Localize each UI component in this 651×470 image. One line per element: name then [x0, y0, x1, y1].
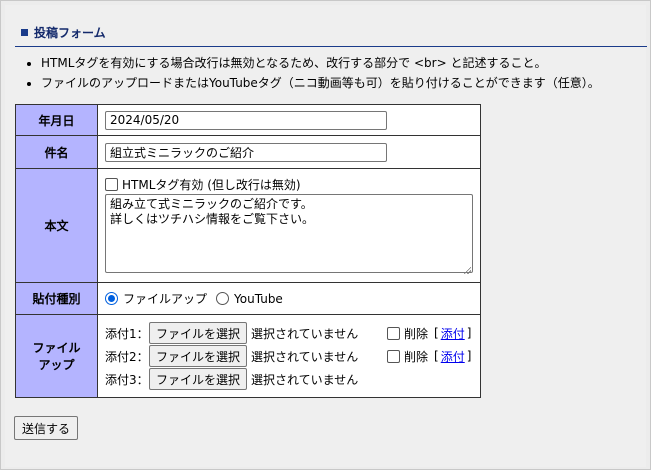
attachment-link-1[interactable]: 添付 — [441, 325, 465, 342]
row-subject: 件名 — [15, 135, 481, 169]
delete-label-2: 削除 — [404, 349, 429, 364]
radio-file-upload[interactable] — [105, 292, 118, 305]
note-item: HTMLタグを有効にする場合改行は無効となるため、改行する部分で <br> と記… — [41, 53, 644, 73]
body-textarea[interactable]: 組み立て式ミニラックのご紹介です。 詳しくはツチハシ情報をご覧下さい。 — [105, 194, 473, 273]
link-open-2: [ — [434, 349, 439, 363]
files-label: ファイル アップ — [15, 314, 98, 398]
submit-button[interactable]: 送信する — [14, 416, 79, 440]
attach-type-label: 貼付種別 — [15, 282, 98, 315]
section-title: 投稿フォーム — [34, 26, 106, 40]
delete-checkbox-1[interactable] — [387, 326, 401, 340]
date-label: 年月日 — [15, 104, 98, 136]
delete-1: 削除 [添付] — [387, 325, 471, 342]
post-form-table: 年月日 件名 本文 HTMLタグ有効 (但し改行は無効) 組み立て式ミニラックの… — [15, 104, 481, 398]
delete-checkbox-2[interactable] — [387, 349, 401, 363]
html-toggle-label: HTMLタグ有効 (但し改行は無効) — [122, 177, 301, 192]
section-header: 投稿フォーム — [15, 19, 647, 47]
date-input[interactable] — [105, 110, 387, 130]
file-label-2: 添付2： — [105, 349, 149, 364]
resize-grip-icon[interactable] — [463, 266, 471, 274]
choose-file-button-2[interactable]: ファイルを選択 — [149, 345, 248, 367]
page: 投稿フォーム HTMLタグを有効にする場合改行は無効となるため、改行する部分で … — [5, 5, 647, 467]
delete-2: 削除 [添付] — [387, 348, 471, 365]
choose-file-button-3[interactable]: ファイルを選択 — [149, 368, 248, 390]
row-files: ファイル アップ 添付1： ファイルを選択 選択されていません 削除 [添付] … — [15, 314, 481, 398]
attach-type-options: ファイルアップ YouTube — [105, 290, 473, 307]
file-row-2: 添付2： ファイルを選択 選択されていません 削除 [添付] — [105, 345, 473, 368]
subject-input[interactable] — [105, 142, 387, 162]
row-date: 年月日 — [15, 104, 481, 136]
radio-youtube-label: YouTube — [234, 291, 283, 306]
files-label-line2: アップ — [38, 358, 75, 372]
row-attach-type: 貼付種別 ファイルアップ YouTube — [15, 282, 481, 315]
file-row-3: 添付3： ファイルを選択 選択されていません — [105, 368, 473, 391]
note-item: ファイルのアップロードまたはYouTubeタグ（ニコ動画等も可）を貼り付けること… — [41, 73, 644, 93]
file-status-3: 選択されていません — [251, 372, 359, 387]
notes-list: HTMLタグを有効にする場合改行は無効となるため、改行する部分で <br> と記… — [19, 53, 644, 93]
file-label-1: 添付1： — [105, 326, 149, 341]
body-label: 本文 — [15, 168, 98, 283]
attach-type-cell: ファイルアップ YouTube — [97, 282, 481, 315]
file-status-1: 選択されていません — [251, 326, 359, 341]
body-cell: HTMLタグ有効 (但し改行は無効) 組み立て式ミニラックのご紹介です。 詳しく… — [97, 168, 481, 283]
link-close-1: ] — [466, 326, 472, 340]
date-cell — [97, 104, 481, 136]
attachment-link-2[interactable]: 添付 — [441, 348, 465, 365]
subject-label: 件名 — [15, 135, 98, 169]
square-bullet-icon — [21, 29, 28, 36]
browser-frame: 投稿フォーム HTMLタグを有効にする場合改行は無効となるため、改行する部分で … — [0, 0, 651, 470]
file-label-3: 添付3： — [105, 372, 149, 387]
choose-file-button-1[interactable]: ファイルを選択 — [149, 322, 248, 344]
link-close-2: ] — [466, 349, 472, 363]
delete-label-1: 削除 — [404, 326, 429, 341]
html-toggle[interactable]: HTMLタグ有効 (但し改行は無効) — [105, 175, 473, 193]
link-open-1: [ — [434, 326, 439, 340]
file-status-2: 選択されていません — [251, 349, 359, 364]
html-toggle-checkbox[interactable] — [105, 177, 118, 191]
file-row-1: 添付1： ファイルを選択 選択されていません 削除 [添付] — [105, 322, 473, 345]
files-cell: 添付1： ファイルを選択 選択されていません 削除 [添付] 添付2： ファイル… — [97, 314, 481, 398]
radio-file-upload-label: ファイルアップ — [123, 292, 208, 306]
radio-youtube[interactable] — [216, 292, 230, 305]
row-body: 本文 HTMLタグ有効 (但し改行は無効) 組み立て式ミニラックのご紹介です。 … — [15, 168, 481, 283]
files-label-line1: ファイル — [32, 341, 81, 355]
subject-cell — [97, 135, 481, 169]
